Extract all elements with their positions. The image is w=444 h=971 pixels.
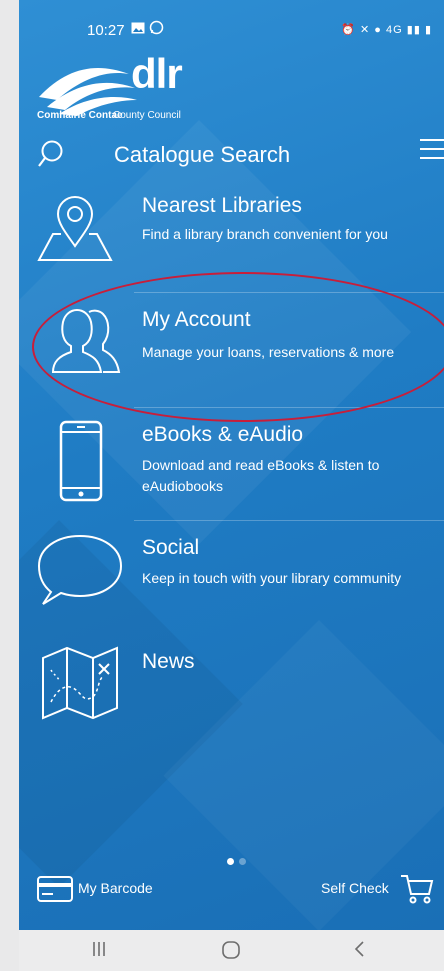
menu-item-description: Find a library branch convenient for you	[142, 226, 388, 242]
cart-icon[interactable]	[400, 873, 434, 905]
map-pin-icon	[37, 196, 113, 261]
app-screen: 10:27 ⏰ ✕ ● 4G ▮▮ ▮ dlr Comhairle Contae…	[19, 0, 444, 930]
back-icon[interactable]	[353, 940, 365, 958]
status-icons: ⏰ ✕ ● 4G ▮▮ ▮	[341, 23, 432, 36]
divider	[134, 520, 444, 521]
whatsapp-icon	[149, 20, 164, 38]
speech-bubble-icon	[37, 534, 123, 605]
menu-item-news[interactable]: News	[19, 646, 444, 736]
battery-icon: ▮	[424, 24, 432, 36]
treasure-map-icon	[42, 646, 118, 720]
system-nav-bar	[19, 930, 444, 971]
self-check-label[interactable]: Self Check	[321, 880, 389, 896]
menu-item-social[interactable]: Social Keep in touch with your library c…	[19, 532, 444, 632]
menu-item-title[interactable]: eBooks & eAudio	[142, 423, 303, 447]
alarm-icon: ⏰	[341, 24, 356, 36]
catalogue-search-label[interactable]: Catalogue Search	[114, 142, 290, 168]
council-name-english: County Council	[113, 110, 181, 121]
page-dot-active	[227, 858, 234, 865]
highlight-ring	[32, 272, 444, 422]
mute-icon: ✕	[360, 24, 371, 36]
menu-item-description: Keep in touch with your library communit…	[142, 570, 402, 586]
phone-icon	[59, 420, 103, 502]
hamburger-menu-icon[interactable]	[418, 137, 444, 163]
card-icon[interactable]	[37, 876, 73, 902]
signal-icon: ▮▮	[406, 24, 421, 36]
menu-item-ebooks-eaudio[interactable]: eBooks & eAudio Download and read eBooks…	[19, 418, 444, 518]
menu-item-title[interactable]: Social	[142, 536, 199, 560]
recent-apps-icon[interactable]	[91, 940, 107, 958]
search-icon[interactable]	[37, 139, 67, 169]
home-icon[interactable]	[221, 940, 241, 960]
menu-item-title[interactable]: Nearest Libraries	[142, 194, 302, 218]
dlr-wordmark: dlr	[131, 50, 183, 97]
my-barcode-label[interactable]: My Barcode	[78, 880, 153, 896]
status-time: 10:27	[87, 22, 125, 39]
location-icon: ●	[374, 24, 382, 36]
council-name-irish: Comhairle Contae	[37, 110, 123, 121]
menu-item-title[interactable]: News	[142, 650, 195, 674]
page-indicator	[227, 852, 251, 870]
bottom-bar: My Barcode Self Check	[19, 870, 444, 910]
4g-icon: 4G	[386, 24, 403, 36]
menu-item-description: Download and read eBooks & listen to eAu…	[142, 457, 380, 494]
page-dot	[239, 858, 246, 865]
image-icon	[131, 22, 145, 37]
catalogue-search[interactable]: Catalogue Search	[37, 137, 444, 173]
status-bar: 10:27 ⏰ ✕ ● 4G ▮▮ ▮	[19, 0, 444, 60]
